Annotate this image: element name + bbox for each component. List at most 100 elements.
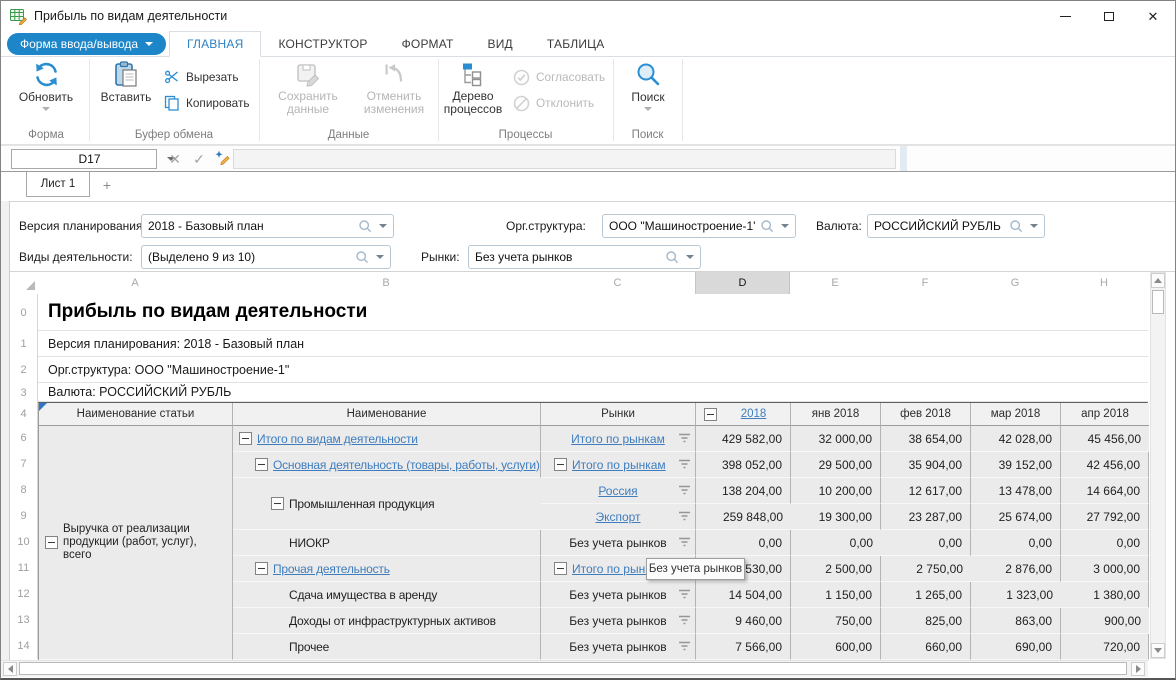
currency-filter-combo[interactable]: РОССИЙСКИЙ РУБЛЬ <box>867 214 1045 238</box>
value-cell[interactable]: 720,00 <box>1061 634 1149 660</box>
table-header-feb[interactable]: фев 2018 <box>881 403 971 426</box>
name-cell[interactable]: Доходы от инфраструктурных активов <box>233 608 541 634</box>
value-cell[interactable]: 1 323,00 <box>971 582 1061 608</box>
process-tree-button[interactable]: Дерево процессов <box>441 61 505 116</box>
value-cell[interactable]: 32 000,00 <box>791 426 881 452</box>
value-cell[interactable]: 2 876,00 <box>971 556 1061 582</box>
drill-link[interactable]: Прочая деятельность <box>273 562 390 576</box>
column-header-g[interactable]: G <box>970 272 1060 294</box>
cell-reference-box[interactable] <box>11 149 157 169</box>
row-header[interactable]: 4 <box>10 402 37 425</box>
value-cell[interactable]: 825,00 <box>881 608 971 634</box>
row-header[interactable]: 9 <box>10 503 37 529</box>
search-icon[interactable] <box>358 219 373 234</box>
left-splitter[interactable] <box>1 201 10 660</box>
article-cell[interactable]: Выручка от реализации продукции (работ, … <box>39 426 233 660</box>
value-cell[interactable]: 690,00 <box>971 634 1061 660</box>
drill-link[interactable]: Россия <box>598 484 637 498</box>
value-cell[interactable]: 25 674,00 <box>971 504 1061 530</box>
value-cell[interactable]: 900,00 <box>1061 608 1149 634</box>
value-cell[interactable]: 7 566,00 <box>696 634 791 660</box>
value-cell[interactable]: 0,00 <box>791 530 881 556</box>
minimize-button[interactable] <box>1043 1 1087 31</box>
filter-icon[interactable] <box>678 511 691 525</box>
table-header-2018[interactable]: 2018 <box>696 403 791 426</box>
copy-button[interactable]: Копировать <box>164 94 250 112</box>
search-icon[interactable] <box>665 250 680 265</box>
row-header[interactable]: 13 <box>10 607 37 633</box>
search-icon[interactable] <box>355 250 370 265</box>
form-io-menu-button[interactable]: Форма ввода/вывода <box>7 33 166 55</box>
value-cell[interactable]: 863,00 <box>971 608 1061 634</box>
chevron-down-icon[interactable] <box>1030 224 1038 228</box>
row-header[interactable]: 7 <box>10 451 37 477</box>
horizontal-scrollbar[interactable] <box>1 660 1148 677</box>
value-cell[interactable]: 1 150,00 <box>791 582 881 608</box>
year-drill-link[interactable]: 2018 <box>741 408 767 420</box>
row-header[interactable]: 6 <box>10 425 37 451</box>
drill-link[interactable]: Экспорт <box>595 510 640 524</box>
filter-icon[interactable] <box>678 615 691 629</box>
maximize-button[interactable] <box>1087 1 1131 31</box>
search-icon[interactable] <box>1009 219 1024 234</box>
collapse-icon[interactable] <box>45 536 58 549</box>
value-cell[interactable]: 1 380,00 <box>1061 582 1149 608</box>
value-cell[interactable]: 23 287,00 <box>881 504 971 530</box>
value-cell[interactable]: 38 654,00 <box>881 426 971 452</box>
market-cell[interactable]: Без учета рынков <box>541 530 696 556</box>
tab-tablitsa[interactable]: ТАБЛИЦА <box>530 31 622 57</box>
search-icon[interactable] <box>760 219 775 234</box>
value-cell[interactable]: 600,00 <box>791 634 881 660</box>
chevron-down-icon[interactable] <box>379 224 387 228</box>
collapse-icon[interactable] <box>239 432 252 445</box>
row-header[interactable]: 8 <box>10 477 37 503</box>
cancel-entry-icon[interactable]: ✕ <box>165 149 185 169</box>
tab-konstruktor[interactable]: КОНСТРУКТОР <box>261 31 384 57</box>
table-header-name[interactable]: Наименование <box>233 403 541 426</box>
table-header-markets[interactable]: Рынки <box>541 403 696 426</box>
report-info-org[interactable]: Орг.структура: ООО "Машиностроение-1" <box>38 357 1148 383</box>
row-header[interactable]: 0 <box>10 294 37 331</box>
report-info-version[interactable]: Версия планирования: 2018 - Базовый план <box>38 331 1148 357</box>
name-cell[interactable]: Итого по видам деятельности <box>233 426 541 452</box>
vertical-scroll-thumb[interactable] <box>1152 290 1164 314</box>
add-sheet-button[interactable]: + <box>97 175 117 195</box>
table-header-article[interactable]: Наименование статьи <box>39 403 233 426</box>
value-cell[interactable]: 0,00 <box>1061 530 1149 556</box>
column-header-a[interactable]: A <box>38 272 232 294</box>
drill-link[interactable]: Основная деятельность (товары, работы, у… <box>273 458 540 472</box>
market-cell[interactable]: Россия <box>541 478 696 504</box>
collapse-icon[interactable] <box>255 458 268 471</box>
chevron-down-icon[interactable] <box>686 255 694 259</box>
drill-link[interactable]: Итого по рынкам <box>572 458 666 472</box>
value-cell[interactable]: 42 456,00 <box>1061 452 1149 478</box>
value-cell[interactable]: 29 500,00 <box>791 452 881 478</box>
row-header[interactable]: 2 <box>10 357 37 383</box>
org-filter-combo[interactable]: ООО "Машиностроение-1" <box>602 214 796 238</box>
scroll-up-button[interactable] <box>1151 273 1165 288</box>
row-header[interactable]: 12 <box>10 581 37 607</box>
filter-icon[interactable] <box>678 433 691 447</box>
value-cell[interactable]: 3 000,00 <box>1061 556 1149 582</box>
column-header-e[interactable]: E <box>790 272 880 294</box>
tab-vid[interactable]: ВИД <box>471 31 530 57</box>
report-info-currency[interactable]: Валюта: РОССИЙСКИЙ РУБЛЬ <box>38 383 1148 402</box>
formula-input[interactable] <box>233 149 896 169</box>
row-header[interactable]: 14 <box>10 633 37 659</box>
sheet-tab-list1[interactable]: Лист 1 <box>26 172 90 197</box>
collapse-icon[interactable] <box>255 562 268 575</box>
value-cell[interactable]: 39 152,00 <box>971 452 1061 478</box>
value-cell[interactable]: 35 904,00 <box>881 452 971 478</box>
function-wizard-icon[interactable] <box>211 149 231 170</box>
tab-glavnaya[interactable]: ГЛАВНАЯ <box>169 31 261 57</box>
collapse-icon[interactable] <box>271 497 284 510</box>
value-cell[interactable]: 19 300,00 <box>791 504 881 530</box>
close-button[interactable]: ✕ <box>1131 1 1175 31</box>
row-header[interactable]: 11 <box>10 555 37 581</box>
tab-format[interactable]: ФОРМАТ <box>385 31 471 57</box>
value-cell[interactable]: 0,00 <box>971 530 1061 556</box>
name-cell[interactable]: Прочая деятельность <box>233 556 541 582</box>
name-cell[interactable]: Промышленная продукция <box>233 478 541 530</box>
scroll-down-button[interactable] <box>1151 643 1165 658</box>
collapse-icon[interactable] <box>554 458 567 471</box>
